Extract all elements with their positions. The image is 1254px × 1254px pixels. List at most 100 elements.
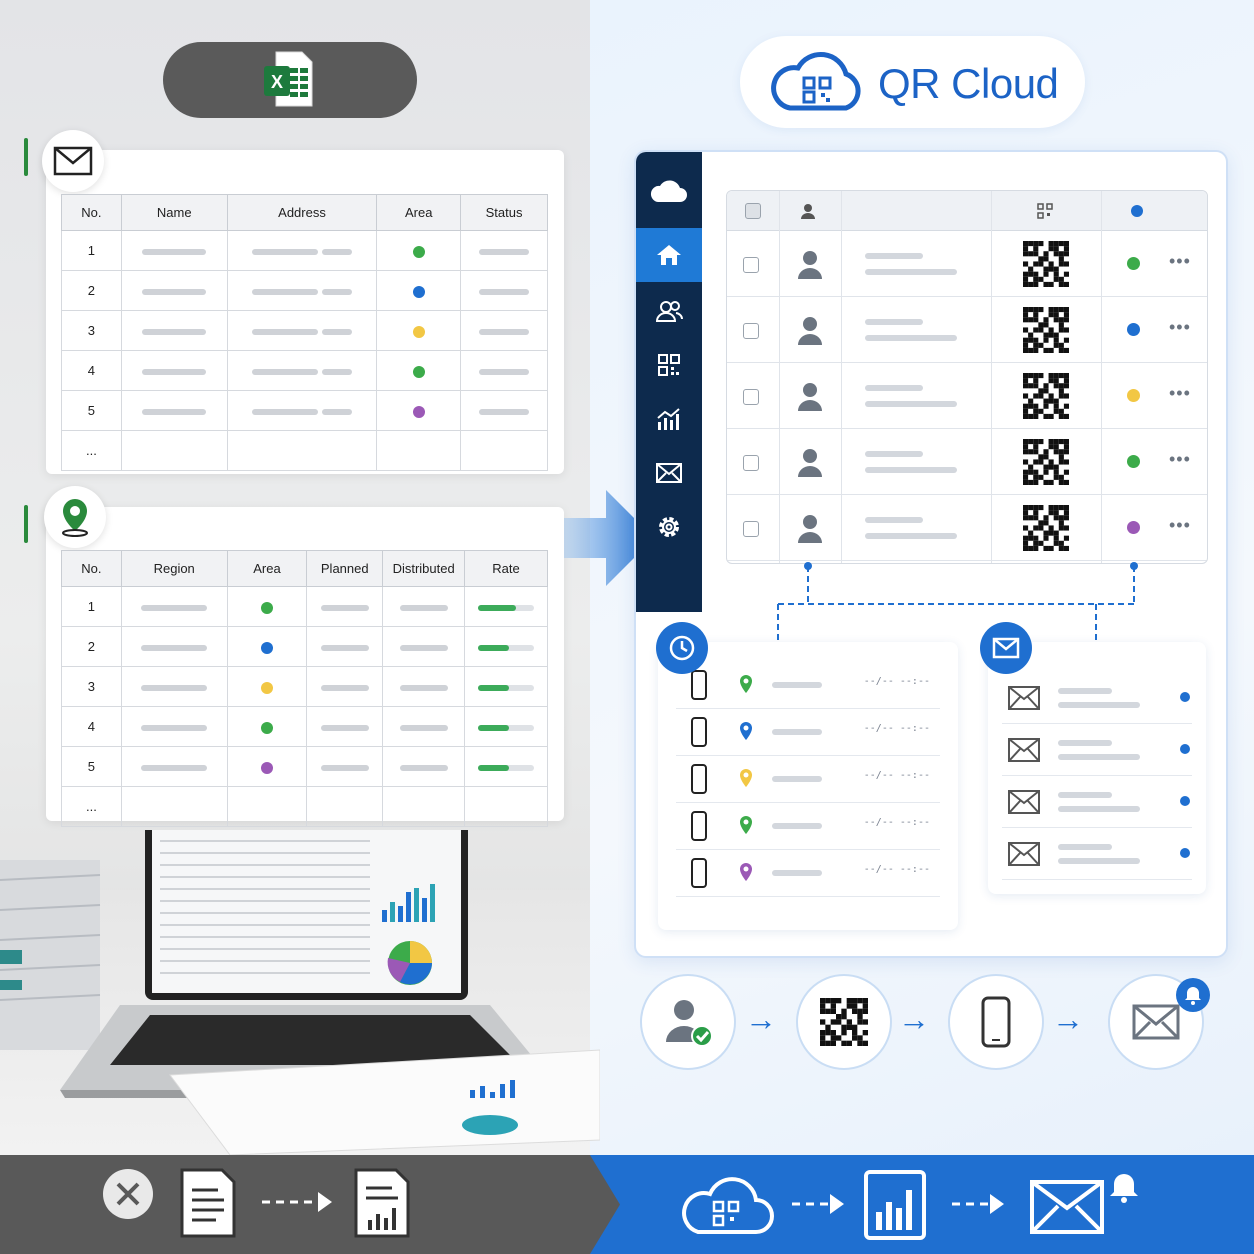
location-pin-icon <box>740 863 752 881</box>
status-dot <box>1127 257 1140 270</box>
flow-step-qr <box>796 974 892 1070</box>
distributed-cell <box>382 746 466 787</box>
distributed-cell <box>382 666 466 707</box>
planned-cell <box>306 706 384 747</box>
row-checkbox[interactable] <box>743 389 759 405</box>
sidebar-item-users[interactable] <box>636 284 702 338</box>
row-checkbox[interactable] <box>743 257 759 273</box>
qr-cloud-logo-icon <box>771 51 861 111</box>
avatar-icon <box>798 317 822 345</box>
row-number: 3 <box>61 310 122 351</box>
more-options-button[interactable]: ••• <box>1169 449 1191 470</box>
log-timestamp: --/-- --:-- <box>863 676 930 687</box>
cloud-icon <box>650 180 687 202</box>
status-dot <box>412 285 425 298</box>
rate-bar <box>478 644 535 651</box>
table-row: 3 <box>61 310 548 351</box>
sidebar-item-mail[interactable] <box>636 446 702 500</box>
table-row: 5 <box>61 746 548 787</box>
qr-code-icon[interactable] <box>1023 505 1069 551</box>
name-cell <box>120 310 228 351</box>
sidebar-item-analytics[interactable] <box>636 392 702 446</box>
svg-text:X: X <box>271 72 283 92</box>
status-dot <box>412 365 425 378</box>
location-pin-icon <box>740 722 752 740</box>
mail-icon <box>1008 790 1040 814</box>
flow-step-phone <box>948 974 1044 1070</box>
connector-lines <box>777 562 1138 642</box>
qr-code-icon[interactable] <box>1023 307 1069 353</box>
status-dot <box>412 245 425 258</box>
bell-icon <box>1185 987 1201 1005</box>
mail-icon <box>1132 1004 1180 1040</box>
mail-row[interactable] <box>1002 672 1192 724</box>
grid-row[interactable]: ••• <box>727 363 1207 429</box>
row-checkbox[interactable] <box>743 323 759 339</box>
phone-icon <box>981 996 1011 1048</box>
status-dot <box>260 601 273 614</box>
row-checkbox[interactable] <box>743 521 759 537</box>
mail-row[interactable] <box>1002 724 1192 776</box>
more-options-button[interactable]: ••• <box>1169 251 1191 272</box>
flow-arrow-icon: → <box>1052 1001 1084 1037</box>
location-pin-icon <box>740 769 752 787</box>
area-cell <box>376 390 462 431</box>
planned-cell <box>306 626 384 667</box>
sidebar-item-settings[interactable] <box>636 500 702 554</box>
planned-cell <box>306 586 384 627</box>
settings-icon <box>659 517 679 537</box>
qr-code-icon <box>658 354 680 376</box>
col-header: Distributed <box>382 550 466 587</box>
qr-code-icon[interactable] <box>1023 439 1069 485</box>
status-cell <box>460 270 548 311</box>
excel-icon: X <box>264 51 313 107</box>
brand-title: QR Cloud <box>878 60 1059 107</box>
grid-row[interactable]: ••• <box>727 429 1207 495</box>
area-cell <box>376 230 462 271</box>
mail-icon <box>1008 738 1040 762</box>
paper-stack <box>0 860 101 1050</box>
user-verified-icon <box>666 1000 713 1047</box>
mail-icon <box>1008 686 1040 710</box>
distributed-cell <box>382 626 466 667</box>
select-all-checkbox[interactable] <box>745 203 761 219</box>
status-cell <box>460 350 548 391</box>
log-row: --/-- --:-- <box>676 803 940 850</box>
mail-row[interactable] <box>1002 828 1192 880</box>
grid-row[interactable]: ••• <box>727 297 1207 363</box>
planned-cell <box>306 746 384 787</box>
grid-row[interactable]: ••• <box>727 495 1207 561</box>
qr-code-icon[interactable] <box>1023 373 1069 419</box>
log-row: --/-- --:-- <box>676 850 940 897</box>
more-options-button[interactable]: ••• <box>1169 317 1191 338</box>
row-checkbox[interactable] <box>743 455 759 471</box>
activity-log-panel: --/-- --:-- --/-- --:-- --/-- --:-- --/-- -… <box>658 642 958 930</box>
qr-column-icon <box>1037 203 1053 219</box>
location-pin-icon <box>62 499 88 537</box>
status-cell <box>460 230 548 271</box>
mail-row[interactable] <box>1002 776 1192 828</box>
region-cell <box>120 706 228 747</box>
status-dot <box>412 325 425 338</box>
table-row: 1 <box>61 586 548 627</box>
table-row: 1 <box>61 230 548 271</box>
flow-arrow-icon: → <box>745 1001 777 1037</box>
area-cell <box>376 350 462 391</box>
qr-code-icon[interactable] <box>1023 241 1069 287</box>
log-timestamp: --/-- --:-- <box>863 723 930 734</box>
mail-icon <box>53 146 93 176</box>
status-column-icon <box>1131 205 1143 217</box>
distributed-cell <box>382 586 466 627</box>
sidebar-item-qr[interactable] <box>636 338 702 392</box>
table-row: 2 <box>61 270 548 311</box>
more-options-button[interactable]: ••• <box>1169 383 1191 404</box>
grid-row[interactable]: ••• <box>727 231 1207 297</box>
users-icon <box>655 301 683 322</box>
new-workflow-icons <box>682 1170 1138 1240</box>
status-dot <box>1127 521 1140 534</box>
sidebar-item-cloud[interactable] <box>636 164 702 218</box>
rate-cell <box>464 666 548 707</box>
more-options-button[interactable]: ••• <box>1169 515 1191 536</box>
sidebar-item-home[interactable] <box>636 228 702 282</box>
row-number: 2 <box>61 270 122 311</box>
